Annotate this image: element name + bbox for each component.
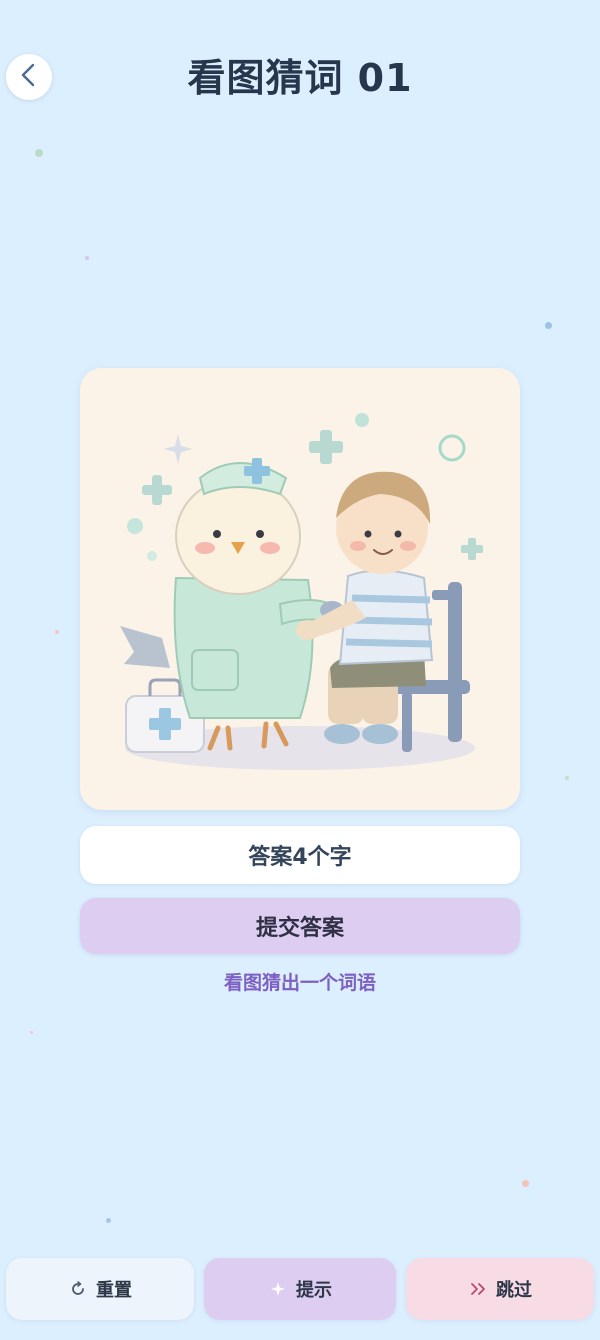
sparkle-dot [35, 149, 43, 157]
sparkle-dot [545, 322, 552, 329]
skip-icon [468, 1282, 488, 1296]
sparkle-dot [55, 630, 59, 634]
sparkle-dot [85, 256, 89, 260]
submit-answer-button[interactable]: 提交答案 [80, 898, 520, 954]
answer-placeholder: 答案4个字 [248, 845, 352, 870]
bottom-action-bar: 重置 提示 跳过 [6, 1258, 594, 1320]
nurse-bird-treating-boy-illustration [120, 413, 483, 770]
hint-label: 提示 [296, 1280, 332, 1301]
sparkle-dot [106, 1218, 111, 1223]
sparkle-dot [522, 1180, 529, 1187]
skip-button[interactable]: 跳过 [406, 1258, 594, 1320]
page-title: 看图猜词 01 [187, 56, 413, 100]
sparkle-icon [268, 1282, 288, 1296]
puzzle-image [80, 368, 520, 810]
sparkle-dot [565, 776, 569, 780]
reset-label: 重置 [96, 1280, 132, 1301]
instruction-text: 看图猜出一个词语 [223, 972, 376, 994]
sparkle-dot [30, 1031, 33, 1034]
hint-button[interactable]: 提示 [204, 1258, 396, 1320]
refresh-icon [68, 1281, 88, 1297]
skip-label: 跳过 [496, 1280, 532, 1301]
answer-input[interactable]: 答案4个字 [80, 826, 520, 884]
reset-button[interactable]: 重置 [6, 1258, 194, 1320]
